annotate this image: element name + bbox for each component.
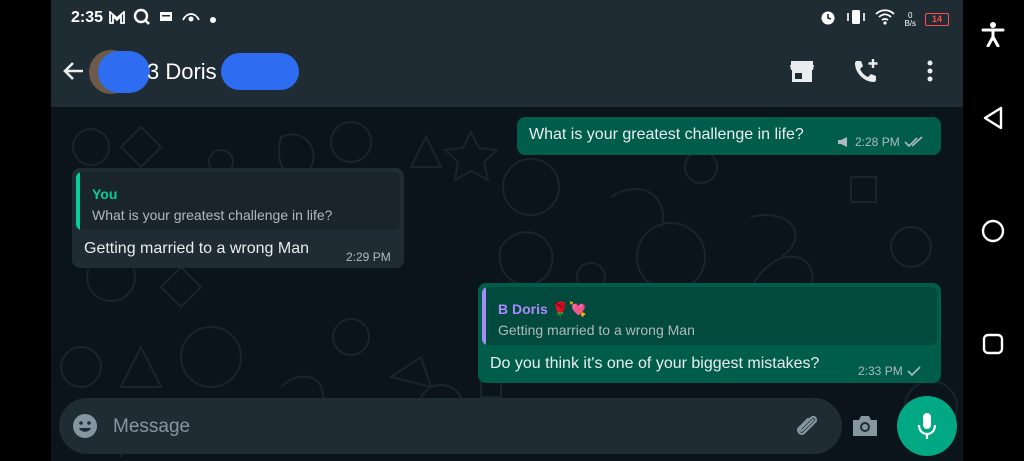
phone-add-icon bbox=[855, 59, 878, 82]
double-check-icon bbox=[904, 136, 923, 148]
dot-icon bbox=[209, 11, 217, 29]
arrow-left-icon bbox=[63, 62, 83, 80]
reply-quote-bar bbox=[482, 287, 486, 345]
reply-quote[interactable]: You What is your greatest challenge in l… bbox=[76, 172, 400, 230]
nav-home-button[interactable] bbox=[979, 217, 1007, 245]
triangle-back-icon bbox=[983, 106, 1003, 130]
gmail-icon bbox=[109, 9, 125, 29]
reply-quote-bar bbox=[76, 172, 80, 230]
wifi-icon bbox=[875, 9, 896, 30]
circle-home-icon bbox=[981, 219, 1005, 243]
search-app-icon bbox=[133, 8, 151, 31]
accessibility-button[interactable] bbox=[979, 20, 1007, 48]
redaction-left bbox=[98, 51, 150, 93]
status-bar: 2:35 0 B/s 14 bbox=[51, 0, 963, 36]
emoji-button[interactable] bbox=[71, 412, 99, 440]
chat-header: 3 Doris bbox=[51, 36, 963, 107]
net-speed-unit: B/s bbox=[904, 18, 916, 28]
message-meta: 2:28 PM bbox=[837, 135, 924, 149]
reply-quote[interactable]: B Doris 🌹💘 Getting married to a wrong Ma… bbox=[482, 287, 937, 345]
message-time: 2:33 PM bbox=[858, 364, 903, 378]
message-bubble-outgoing[interactable]: What is your greatest challenge in life?… bbox=[517, 117, 941, 155]
back-button[interactable] bbox=[61, 58, 87, 84]
reply-author: B Doris 🌹💘 bbox=[498, 301, 587, 317]
message-meta: 2:33 PM bbox=[858, 364, 921, 378]
message-time: 2:28 PM bbox=[855, 135, 900, 149]
message-bubble-incoming[interactable]: You What is your greatest challenge in l… bbox=[72, 168, 404, 268]
more-options-button[interactable] bbox=[915, 56, 945, 86]
message-text: Getting married to a wrong Man bbox=[84, 240, 309, 257]
status-right-icons: 0 B/s 14 bbox=[819, 8, 949, 31]
message-text: What is your greatest challenge in life? bbox=[529, 126, 804, 143]
voice-record-button[interactable] bbox=[897, 396, 957, 456]
nav-back-button[interactable] bbox=[979, 104, 1007, 132]
contact-name[interactable]: 3 Doris bbox=[147, 59, 217, 85]
attach-button[interactable] bbox=[792, 412, 822, 440]
message-meta: 2:29 PM bbox=[346, 250, 391, 264]
message-icon bbox=[159, 11, 173, 29]
add-call-button[interactable] bbox=[851, 56, 881, 86]
satellite-icon bbox=[181, 10, 201, 29]
storefront-icon bbox=[790, 61, 814, 82]
reply-text: What is your greatest challenge in life? bbox=[92, 207, 333, 223]
redaction-right bbox=[221, 53, 299, 90]
camera-button[interactable] bbox=[850, 412, 880, 440]
message-text: Do you think it's one of your biggest mi… bbox=[490, 355, 820, 372]
net-speed: 0 B/s bbox=[904, 11, 916, 28]
status-left-icons bbox=[109, 8, 217, 31]
vibrate-icon bbox=[846, 9, 866, 30]
message-bubble-outgoing[interactable]: B Doris 🌹💘 Getting married to a wrong Ma… bbox=[478, 283, 941, 383]
emoji-icon bbox=[73, 414, 97, 438]
paperclip-icon bbox=[797, 415, 818, 435]
phone-screen: 2:35 0 B/s 14 3 Doris What is your great… bbox=[51, 0, 963, 461]
battery-icon: 14 bbox=[925, 13, 949, 26]
store-button[interactable] bbox=[787, 56, 817, 86]
status-time: 2:35 bbox=[71, 9, 104, 26]
reply-author: You bbox=[92, 186, 118, 202]
alarm-icon bbox=[819, 8, 837, 31]
camera-icon bbox=[853, 416, 877, 436]
microphone-icon bbox=[917, 413, 937, 439]
reply-text: Getting married to a wrong Man bbox=[498, 322, 695, 338]
chat-header-actions bbox=[787, 56, 945, 86]
message-time: 2:29 PM bbox=[346, 250, 391, 264]
message-input[interactable] bbox=[111, 412, 715, 442]
megaphone-icon bbox=[838, 137, 847, 147]
single-check-icon bbox=[907, 366, 921, 377]
more-vertical-icon bbox=[927, 60, 933, 82]
system-nav-bar bbox=[963, 0, 1024, 461]
square-recents-icon bbox=[982, 333, 1004, 355]
accessibility-icon bbox=[981, 22, 1005, 47]
nav-recents-button[interactable] bbox=[979, 330, 1007, 358]
message-composer bbox=[59, 398, 877, 454]
